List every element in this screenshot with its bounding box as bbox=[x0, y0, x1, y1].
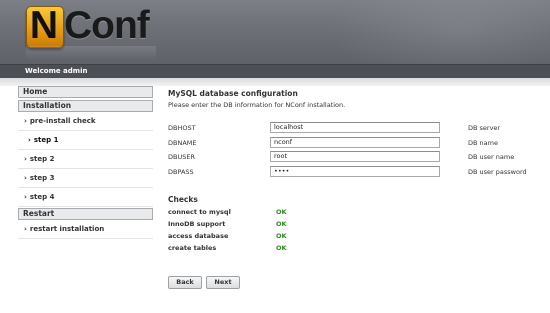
check-label-innodb: InnoDB support bbox=[168, 220, 226, 228]
back-button[interactable]: Back bbox=[168, 276, 202, 289]
checks-title: Checks bbox=[168, 195, 198, 204]
dbuser-label: DBUSER bbox=[168, 153, 195, 161]
dbhost-label: DBHOST bbox=[168, 124, 196, 132]
logo-n-letter: N bbox=[29, 4, 59, 47]
check-status-access-db: OK bbox=[276, 232, 287, 240]
check-status-innodb: OK bbox=[276, 220, 287, 228]
dbpass-hint: DB user password bbox=[468, 168, 527, 176]
check-label-create-tables: create tables bbox=[168, 244, 217, 252]
check-status-create-tables: OK bbox=[276, 244, 287, 252]
dbpass-label: DBPASS bbox=[168, 168, 194, 176]
sidebar-item-label: step 3 bbox=[29, 174, 55, 182]
dbhost-hint: DB server bbox=[468, 124, 501, 132]
chevron-right-icon: › bbox=[28, 136, 31, 144]
intro-text: Please enter the DB information for NCon… bbox=[168, 101, 346, 109]
sidebar-item-label: pre-install check bbox=[29, 117, 96, 125]
check-label-access-db: access database bbox=[168, 232, 229, 240]
sidebar-item-label: restart installation bbox=[29, 225, 105, 233]
welcome-text: Welcome admin bbox=[25, 67, 88, 75]
sidebar-item-label: step 4 bbox=[29, 193, 55, 201]
page-title: MySQL database configuration bbox=[168, 89, 298, 98]
sidebar-item-step-2[interactable]: › step 2 bbox=[18, 150, 153, 169]
check-status-connect-mysql: OK bbox=[276, 208, 287, 216]
chevron-right-icon: › bbox=[24, 225, 27, 233]
chevron-right-icon: › bbox=[24, 193, 27, 201]
dbname-hint: DB name bbox=[468, 139, 498, 147]
next-button[interactable]: Next bbox=[206, 276, 240, 289]
chevron-right-icon: › bbox=[24, 117, 27, 125]
welcome-bar: Welcome admin bbox=[0, 64, 550, 79]
dbhost-field[interactable] bbox=[270, 122, 440, 133]
chevron-right-icon: › bbox=[24, 174, 27, 182]
dbuser-hint: DB user name bbox=[468, 153, 515, 161]
sidebar-restart-header: Restart bbox=[18, 208, 153, 220]
header: N Conf bbox=[0, 0, 550, 64]
chevron-right-icon: › bbox=[24, 155, 27, 163]
sidebar-item-step-4[interactable]: › step 4 bbox=[18, 188, 153, 207]
check-label-connect-mysql: connect to mysql bbox=[168, 208, 231, 216]
logo-reflection bbox=[26, 46, 156, 60]
dbname-label: DBNAME bbox=[168, 139, 197, 147]
dbname-field[interactable] bbox=[270, 137, 440, 148]
sidebar-home[interactable]: Home bbox=[18, 86, 153, 98]
dbuser-field[interactable] bbox=[270, 151, 440, 162]
sidebar-item-step-1[interactable]: › step 1 bbox=[18, 131, 153, 150]
sidebar-item-step-3[interactable]: › step 3 bbox=[18, 169, 153, 188]
header-glow bbox=[330, 0, 550, 64]
sidebar: Home Installation › pre-install check › st… bbox=[18, 86, 153, 239]
dbpass-field[interactable] bbox=[270, 166, 440, 177]
sub-bar bbox=[0, 78, 550, 86]
logo-conf-text: Conf bbox=[64, 4, 150, 47]
sidebar-item-label: step 2 bbox=[29, 155, 55, 163]
sidebar-item-pre-install-check[interactable]: › pre-install check bbox=[18, 112, 153, 131]
sidebar-item-label: step 1 bbox=[33, 136, 59, 144]
sidebar-installation-header: Installation bbox=[18, 100, 153, 112]
sidebar-item-restart-installation[interactable]: › restart installation bbox=[18, 220, 153, 239]
